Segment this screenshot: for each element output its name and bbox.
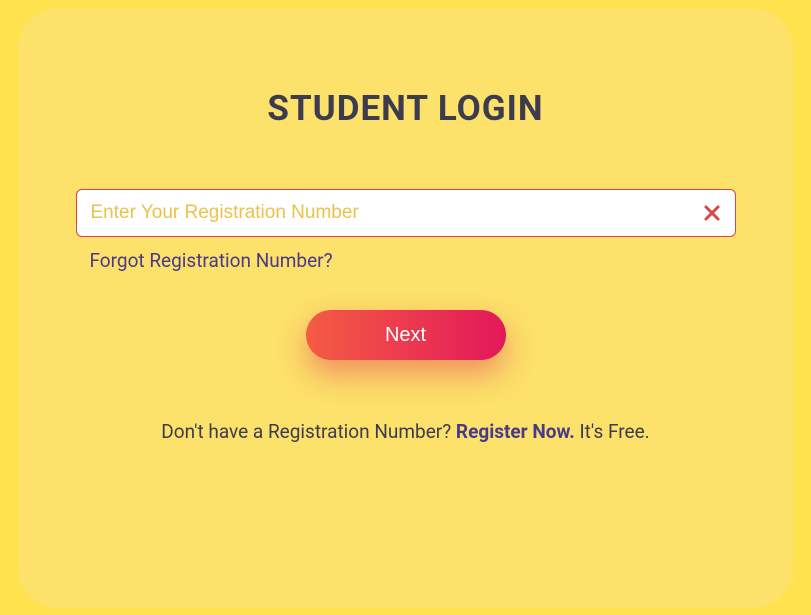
input-wrapper [76, 189, 736, 237]
footer-suffix: It's Free. [575, 420, 650, 443]
footer-text: Don't have a Registration Number? Regist… [18, 420, 793, 443]
footer-prefix: Don't have a Registration Number? [161, 420, 456, 443]
login-card: STUDENT LOGIN Forgot Registration Number… [18, 8, 793, 608]
registration-input[interactable] [76, 189, 736, 237]
next-button[interactable]: Next [306, 310, 506, 360]
forgot-link[interactable]: Forgot Registration Number? [76, 249, 736, 272]
page-title: STUDENT LOGIN [18, 88, 793, 129]
clear-icon[interactable] [702, 203, 722, 223]
register-link[interactable]: Register Now. [456, 420, 575, 443]
